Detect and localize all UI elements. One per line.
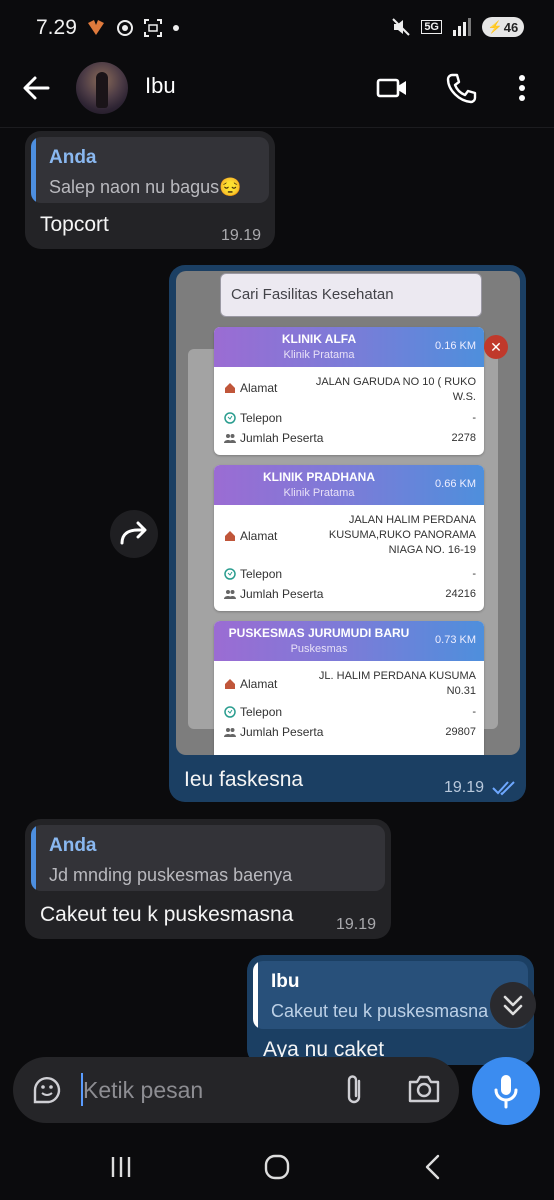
reply-quote[interactable]: Anda Jd mnding puskesmas baenya [31,825,385,891]
facility-address: JALAN GARUDA NO 10 ( RUKO W.S. [315,376,476,403]
facility-phone: - [472,412,476,424]
shared-image[interactable]: Cari Fasilitas Kesehatan KLINIK ALFA Kli… [176,271,520,755]
people-icon [224,728,236,737]
home-icon [225,679,235,689]
facility-type: Klinik Pratama [283,487,355,499]
battery-indicator: ⚡ 46 [482,17,524,37]
back-arrow-icon[interactable] [18,70,54,106]
camera-icon[interactable] [407,1074,441,1104]
facility-name: KLINIK PRADHANA [263,470,375,484]
close-icon: ✕ [484,335,508,359]
facility-card: KLINIK PRADHANA Klinik Pratama 0.66 KM A… [214,465,484,611]
facility-card: KLINIK ALFA Klinik Pratama 0.16 KM Alama… [214,327,484,455]
facility-address: JL. HALIM PERDANA KUSUMA N0.31 [318,670,476,697]
status-bar: 7.29 5G ⚡ 46 [0,0,554,56]
forward-button[interactable] [110,510,158,558]
facility-participants: 29807 [445,726,476,738]
charging-icon: ⚡ [487,20,503,34]
image-search-field: Cari Fasilitas Kesehatan [220,273,482,317]
header-divider [0,127,554,128]
phone-icon [224,412,236,424]
more-options-icon[interactable] [506,72,538,104]
quote-text: Cakeut teu k puskesmasna [271,1001,489,1021]
message-text: Cakeut teu k puskesmasna [40,903,294,926]
message-time: 19.19 [221,227,262,244]
home-icon [225,531,235,541]
system-navigation-bar [0,1140,554,1200]
people-icon [224,590,236,599]
facility-address: JALAN HALIM PERDANA KUSUMA,RUKO PANORAMA… [328,514,476,556]
video-call-icon[interactable] [376,72,408,104]
quote-sender: Anda [49,835,97,856]
screenshot-icon [144,19,162,37]
double-chevron-down-icon [503,995,523,1016]
message-text: Topcort [40,213,109,236]
reply-quote[interactable]: Anda Salep naon nu bagus😔 [31,137,269,203]
back-nav-icon[interactable] [418,1152,448,1182]
facility-phone: - [472,568,476,580]
facility-participants: 2278 [451,432,476,444]
signal-icon [453,18,471,36]
quote-sender: Anda [49,147,97,168]
phone-icon [224,706,236,718]
scroll-to-bottom-button[interactable] [490,982,536,1028]
facility-name: KLINIK ALFA [281,332,357,346]
battery-level: 46 [503,19,519,35]
quote-text: Salep naon nu bagus😔 [49,177,242,197]
mute-icon [392,18,411,36]
microphone-icon [494,1075,518,1109]
facility-name: PUSKESMAS JURUMUDI BARU [228,626,410,640]
dot-icon [173,25,179,31]
incoming-message-bubble[interactable]: Anda Salep naon nu bagus😔 Topcort 19.19 [25,131,275,249]
reply-quote[interactable]: Ibu Cakeut teu k puskesmasna [253,961,528,1029]
voice-record-button[interactable] [472,1057,540,1125]
message-input-bar: Ketik pesan [13,1057,459,1123]
home-icon [225,383,235,393]
sticker-icon[interactable] [31,1074,63,1106]
message-input[interactable]: Ketik pesan [83,1077,203,1104]
contact-avatar[interactable] [76,62,128,114]
facility-card: PUSKESMAS JURUMUDI BARU Puskesmas 0.73 K… [214,621,484,755]
quote-text: Jd mnding puskesmas baenya [49,865,293,885]
phone-icon [224,568,236,580]
quote-sender: Ibu [271,971,300,992]
facility-type: Klinik Pratama [283,349,355,361]
network-type: 5G [421,20,442,34]
read-receipt-icon [492,781,515,796]
facility-distance: 0.16 KM [435,340,476,352]
image-caption: Ieu faskesna [184,768,304,791]
facility-distance: 0.66 KM [435,478,476,490]
message-time: 19.19 [444,779,485,796]
location-icon [117,20,133,36]
status-time: 7.29 [36,16,77,39]
recent-apps-icon[interactable] [106,1152,136,1182]
contact-name[interactable]: Ibu [145,73,176,99]
home-button-icon[interactable] [262,1152,292,1182]
app-notification-icon [88,20,104,35]
facility-type: Puskesmas [290,643,348,655]
facility-phone: - [472,706,476,718]
facility-participants: 24216 [445,588,476,600]
chat-header: Ibu [0,56,554,126]
attachment-icon[interactable] [341,1073,369,1107]
facility-distance: 0.73 KM [435,634,476,646]
phone-call-icon[interactable] [445,72,477,104]
incoming-message-bubble[interactable]: Anda Jd mnding puskesmas baenya Cakeut t… [25,819,391,939]
forward-icon [120,521,147,545]
message-time: 19.19 [336,916,377,933]
people-icon [224,434,236,443]
